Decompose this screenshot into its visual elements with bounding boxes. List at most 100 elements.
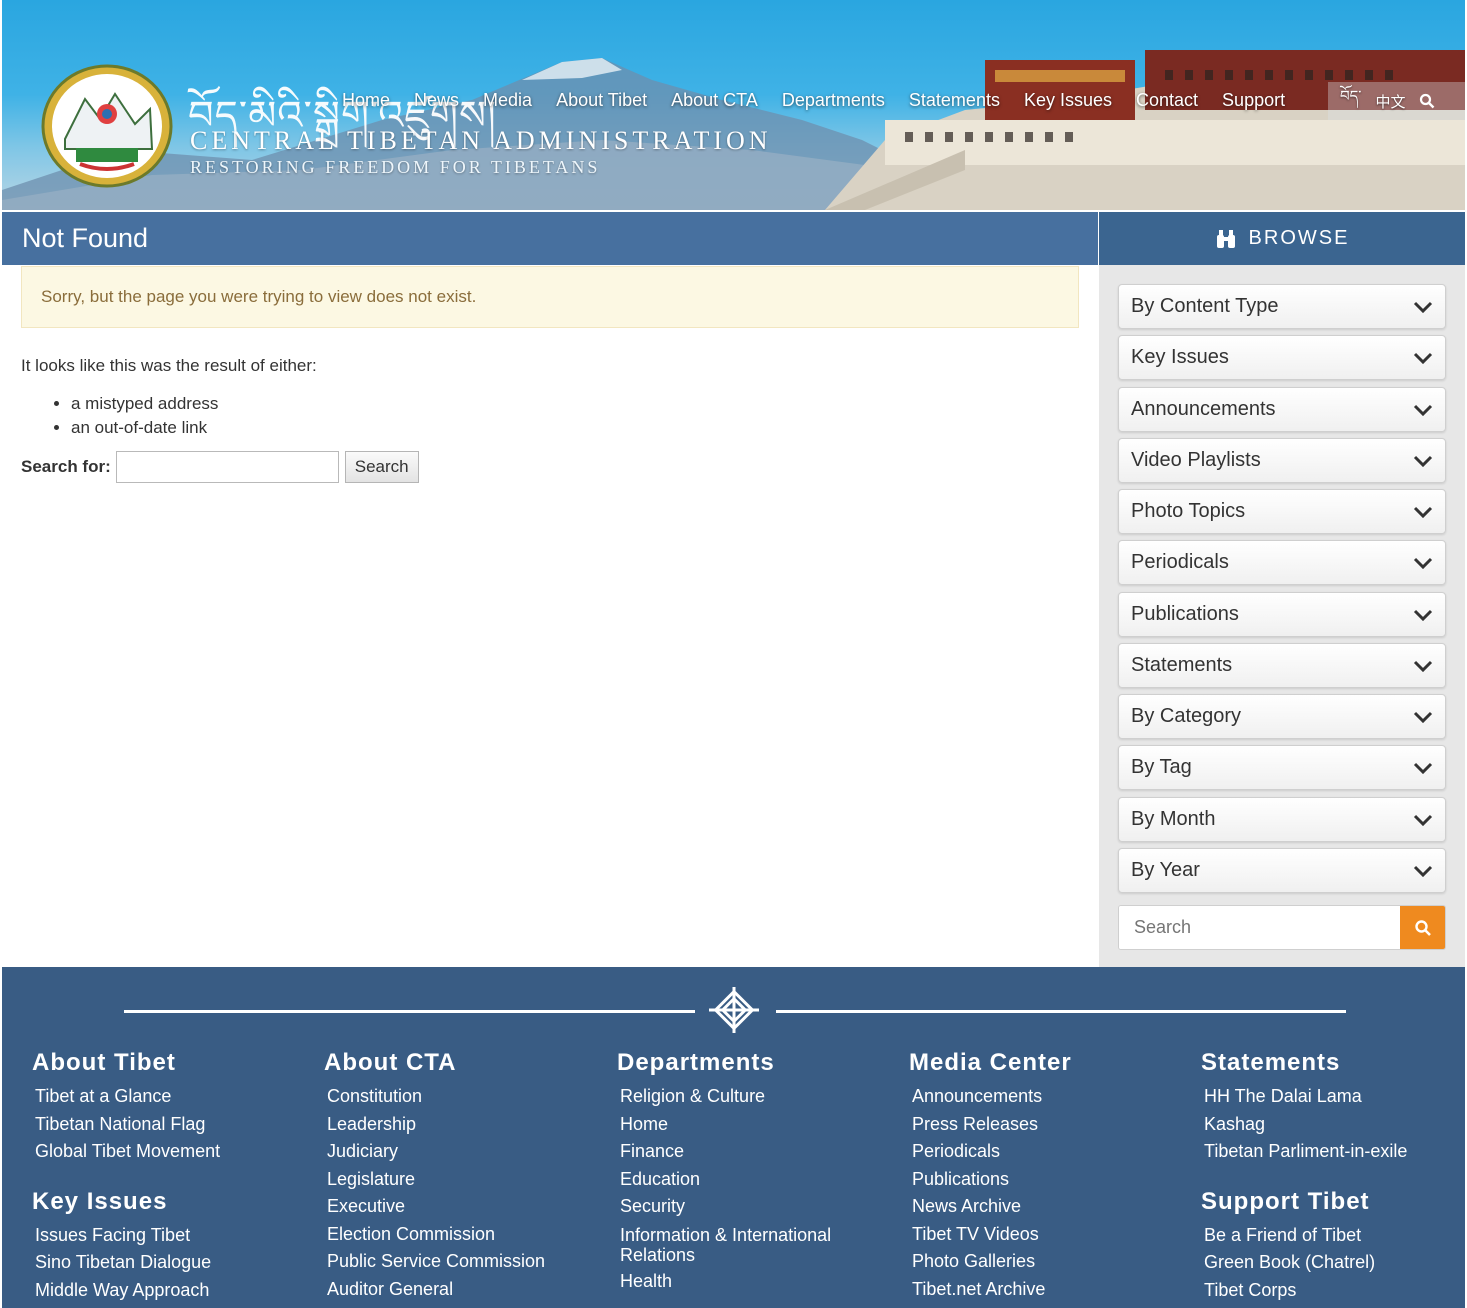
footer-link[interactable]: Tibet at a Glance — [35, 1083, 220, 1111]
footer-heading: Support Tibet — [1201, 1187, 1370, 1215]
chevron-down-icon — [1413, 404, 1433, 416]
intro-text: It looks like this was the result of eit… — [21, 356, 317, 375]
chevron-down-icon — [1413, 865, 1433, 877]
footer-link[interactable]: Health — [620, 1268, 845, 1296]
nav-news[interactable]: News — [402, 90, 471, 111]
accordion-by-category[interactable]: By Category — [1118, 694, 1446, 739]
footer-link[interactable]: Global Tibet Movement — [35, 1138, 220, 1166]
chevron-down-icon — [1413, 506, 1433, 518]
reasons-list: a mistyped address an out-of-date link — [51, 392, 218, 440]
search-icon[interactable] — [1419, 93, 1435, 109]
chevron-down-icon — [1413, 352, 1433, 364]
footer-link[interactable]: Tibetan National Flag — [35, 1111, 220, 1139]
footer-link[interactable]: Issues Facing Tibet — [35, 1222, 220, 1250]
accordion-label: Key Issues — [1131, 346, 1229, 368]
nav-about-tibet[interactable]: About Tibet — [544, 90, 659, 111]
footer-link[interactable]: Home — [620, 1111, 845, 1139]
accordion-by-content-type[interactable]: By Content Type — [1118, 284, 1446, 329]
chevron-down-icon — [1413, 660, 1433, 672]
accordion-label: By Month — [1131, 808, 1216, 830]
footer-link[interactable]: Education — [620, 1166, 845, 1194]
palace-image — [765, 50, 1465, 210]
nav-about-cta[interactable]: About CTA — [659, 90, 770, 111]
nav-statements[interactable]: Statements — [897, 90, 1012, 111]
footer-col-media-center: Media Center Announcements Press Release… — [909, 1049, 1072, 1303]
chevron-down-icon — [1413, 762, 1433, 774]
footer-link[interactable]: Announcements — [912, 1083, 1072, 1111]
footer-link[interactable]: Executive — [327, 1193, 545, 1221]
chevron-down-icon — [1413, 711, 1433, 723]
footer-link[interactable]: Sino Tibetan Dialogue — [35, 1249, 220, 1277]
footer-link[interactable]: Legislature — [327, 1166, 545, 1194]
accordion-label: By Content Type — [1131, 295, 1279, 317]
footer-link[interactable]: Election Commission — [327, 1221, 545, 1249]
accordion-statements[interactable]: Statements — [1118, 643, 1446, 688]
footer-heading: About CTA — [324, 1049, 457, 1076]
footer-link[interactable]: Auditor General — [327, 1276, 545, 1304]
footer-link[interactable]: Religion & Culture — [620, 1083, 845, 1111]
footer-link[interactable]: Judiciary — [327, 1138, 545, 1166]
chevron-down-icon — [1413, 557, 1433, 569]
footer-divider-left — [124, 1010, 695, 1013]
accordion-by-month[interactable]: By Month — [1118, 797, 1446, 842]
cta-emblem-logo — [41, 64, 173, 188]
footer-link[interactable]: Publications — [912, 1166, 1072, 1194]
footer-heading: Departments — [617, 1049, 775, 1076]
footer-col-about-tibet: About Tibet Tibet at a Glance Tibetan Na… — [32, 1049, 220, 1304]
nav-media[interactable]: Media — [471, 90, 544, 111]
org-name: CENTRAL TIBETAN ADMINISTRATION — [190, 126, 772, 155]
main-nav: Home News Media About Tibet About CTA De… — [330, 90, 1297, 111]
footer-link[interactable]: Finance — [620, 1138, 845, 1166]
footer-link[interactable]: Middle Way Approach — [35, 1277, 220, 1305]
nav-support[interactable]: Support — [1210, 90, 1297, 111]
accordion-publications[interactable]: Publications — [1118, 592, 1446, 637]
search-input[interactable] — [115, 451, 339, 483]
footer-divider-right — [776, 1010, 1346, 1013]
footer-link[interactable]: Public Service Commission — [327, 1248, 545, 1276]
accordion-by-tag[interactable]: By Tag — [1118, 745, 1446, 790]
list-item: a mistyped address — [71, 392, 218, 416]
sidebar-search-input[interactable] — [1119, 906, 1400, 949]
accordion-label: Announcements — [1131, 398, 1276, 420]
accordion-photo-topics[interactable]: Photo Topics — [1118, 489, 1446, 534]
accordion-label: Statements — [1131, 654, 1233, 676]
footer-link[interactable]: Kashag — [1204, 1111, 1407, 1139]
footer-link[interactable]: Press Releases — [912, 1111, 1072, 1139]
accordion-announcements[interactable]: Announcements — [1118, 387, 1446, 432]
nav-tools: བོད་ 中文 — [1328, 82, 1465, 120]
footer-link[interactable]: HH The Dalai Lama — [1204, 1083, 1407, 1111]
accordion-video-playlists[interactable]: Video Playlists — [1118, 438, 1446, 483]
footer-link[interactable]: Photo Galleries — [912, 1248, 1072, 1276]
footer-link[interactable]: News Archive — [912, 1193, 1072, 1221]
nav-contact[interactable]: Contact — [1124, 90, 1210, 111]
footer-link[interactable]: Constitution — [327, 1083, 545, 1111]
footer-link[interactable]: Periodicals — [912, 1138, 1072, 1166]
footer-link[interactable]: Green Book (Chatrel) — [1204, 1249, 1407, 1277]
footer-link[interactable]: Information & International Relations — [620, 1221, 845, 1268]
accordion-label: Publications — [1131, 603, 1239, 625]
footer-link[interactable]: Tibetan Parliment-in-exile — [1204, 1138, 1407, 1166]
footer-link[interactable]: Leadership — [327, 1111, 545, 1139]
accordion-periodicals[interactable]: Periodicals — [1118, 540, 1446, 585]
accordion-by-year[interactable]: By Year — [1118, 848, 1446, 893]
footer-link[interactable]: Security — [620, 1193, 845, 1221]
nav-key-issues[interactable]: Key Issues — [1012, 90, 1124, 111]
list-item: an out-of-date link — [71, 416, 218, 440]
accordion-label: By Category — [1131, 705, 1242, 727]
page-title-bar: Not Found — [2, 212, 1098, 265]
nav-departments[interactable]: Departments — [770, 90, 897, 111]
chevron-down-icon — [1413, 814, 1433, 826]
footer-link[interactable]: Tibet.net Archive — [912, 1276, 1072, 1304]
footer-link[interactable]: Tibet TV Videos — [912, 1221, 1072, 1249]
lang-chinese-link[interactable]: 中文 — [1375, 91, 1405, 112]
accordion-key-issues[interactable]: Key Issues — [1118, 335, 1446, 380]
binoculars-icon — [1216, 229, 1235, 248]
search-form: Search for: Search — [21, 451, 419, 483]
site-footer: About Tibet Tibet at a Glance Tibetan Na… — [2, 967, 1465, 1308]
footer-link[interactable]: Tibet Corps — [1204, 1277, 1407, 1305]
sidebar-search-button[interactable] — [1400, 906, 1445, 949]
nav-home[interactable]: Home — [330, 90, 402, 111]
search-button[interactable]: Search — [344, 451, 419, 483]
footer-link[interactable]: Be a Friend of Tibet — [1204, 1222, 1407, 1250]
lang-tibetan-link[interactable]: བོད་ — [1340, 80, 1361, 122]
